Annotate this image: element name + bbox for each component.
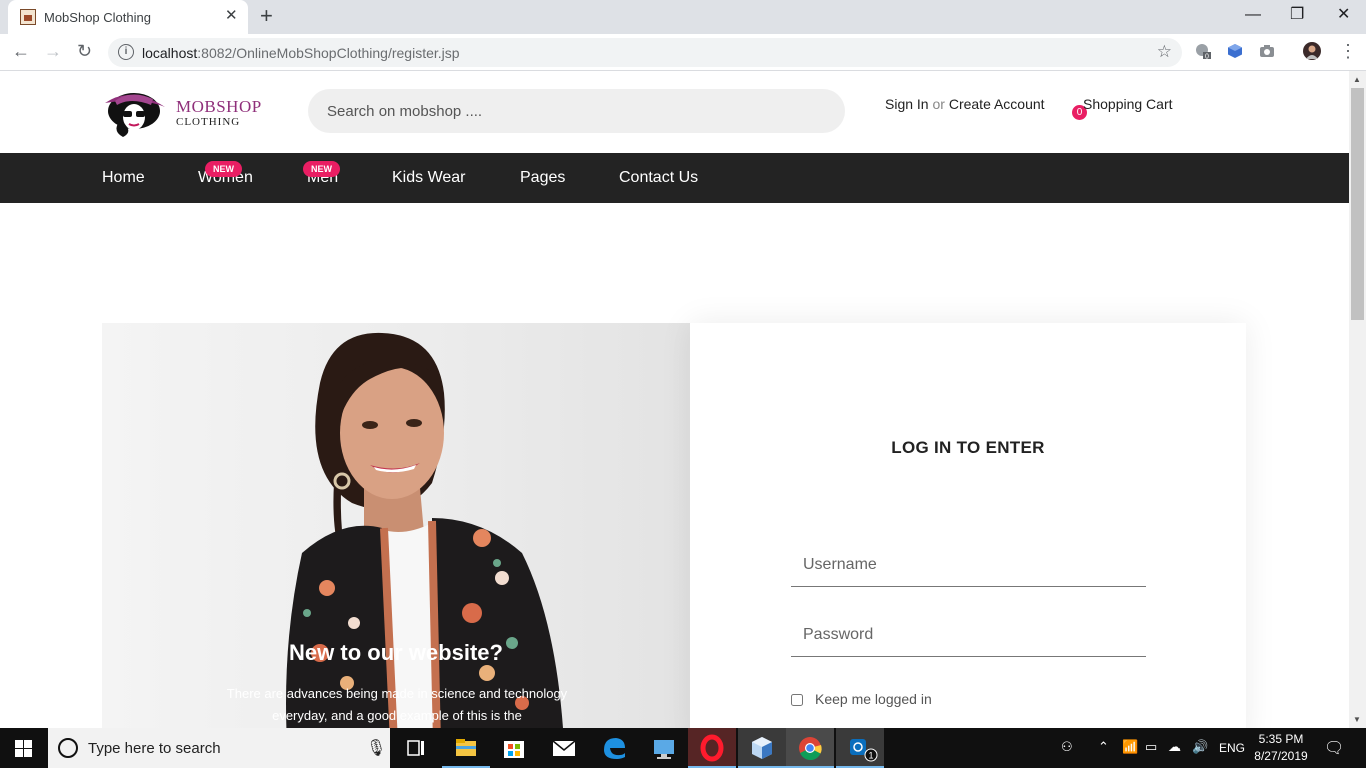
forward-icon[interactable]: → [44,40,62,62]
username-input[interactable] [791,543,1146,587]
login-card: LOG IN TO ENTER Keep me logged in [690,323,1246,728]
volume-icon[interactable]: 🔊 [1192,739,1208,755]
show-hidden-icons-icon[interactable]: ⌃ [1098,739,1109,755]
restore-icon[interactable]: ❐ [1290,5,1304,25]
opera-icon [688,728,736,768]
nav-kids-wear[interactable]: Kids Wear [392,169,466,187]
sign-in-link[interactable]: Sign In [885,96,929,112]
new-tab-icon[interactable]: + [260,4,273,28]
remember-me-checkbox[interactable] [791,694,803,707]
close-tab-icon[interactable]: ✕ [225,8,238,24]
svg-text:1: 1 [869,751,874,761]
scroll-up-icon[interactable]: ▲ [1353,75,1361,84]
extension-icon[interactable]: 0 [1195,43,1211,59]
browser-menu-icon[interactable]: ⋮ [1339,40,1357,62]
web-page: MOBSHOP CLOTHING Sign In or Create Accou… [0,71,1349,728]
remember-me[interactable]: Keep me logged in [791,691,932,707]
nav-women[interactable]: NEW Women [198,161,253,187]
page-scrollbar[interactable]: ▲ ▼ [1349,71,1366,728]
camera-app[interactable]: 1 [836,728,884,768]
clock-time: 5:35 PM [1258,732,1304,746]
bookmark-star-icon[interactable]: ☆ [1157,42,1172,62]
password-input[interactable] [791,613,1146,657]
windows-taskbar: Type here to search 🎙 1 ⚇ ⌃ 📶 ▭ ☁ 🔊 ENG … [0,728,1366,768]
main-navbar: Home NEW Women NEW Men Kids Wear Pages C… [0,153,1349,203]
minimize-icon[interactable]: — [1245,5,1261,25]
onedrive-icon[interactable]: ☁ [1168,739,1181,755]
profile-avatar[interactable] [1303,42,1321,60]
language-indicator[interactable]: ENG [1219,741,1245,755]
wifi-icon[interactable]: 📶 [1122,739,1138,755]
svg-text:0: 0 [1205,54,1209,60]
clock-date: 8/27/2019 [1254,749,1308,763]
remember-me-label: Keep me logged in [815,691,932,707]
new-badge: NEW [303,161,340,177]
shopping-cart-link[interactable]: Shopping Cart [1083,96,1173,112]
cortana-icon [58,738,78,758]
browser-toolbar: ← → ↻ i localhost:8082/OnlineMobShopClot… [0,34,1366,71]
browser-tab[interactable]: MobShop Clothing ✕ [8,0,248,34]
camera-icon[interactable] [1259,43,1275,59]
store-icon[interactable] [490,728,538,768]
back-icon[interactable]: ← [12,40,30,62]
site-favicon-icon [20,9,36,25]
login-title: LOG IN TO ENTER [891,438,1045,457]
people-icon[interactable]: ⚇ [1061,739,1073,755]
camera-app-icon: 1 [850,739,878,762]
hero-title: New to our website? [289,640,503,665]
address-bar[interactable]: i localhost:8082/OnlineMobShopClothing/r… [108,38,1182,67]
remote-desktop-icon[interactable] [640,728,688,768]
mail-icon[interactable] [540,728,588,768]
task-view-icon[interactable] [392,728,440,768]
chrome-icon [799,737,822,761]
taskbar-search-placeholder: Type here to search [88,740,221,757]
logo-subtitle: CLOTHING [176,116,241,128]
scroll-thumb[interactable] [1351,88,1364,320]
or-text: or [932,96,945,112]
windows-start-icon[interactable] [15,740,32,757]
url-text: localhost:8082/OnlineMobShopClothing/reg… [142,45,460,61]
file-explorer-icon[interactable] [442,728,490,768]
scroll-down-icon[interactable]: ▼ [1353,715,1361,724]
site-search-input[interactable] [308,89,845,133]
virtualbox-icon [752,737,772,759]
edge-browser-icon[interactable] [590,728,638,768]
nav-pages[interactable]: Pages [520,169,565,187]
taskbar-search-box[interactable]: Type here to search 🎙 [48,728,390,768]
site-logo[interactable]: MOBSHOP CLOTHING [101,89,271,139]
create-account-link[interactable]: Create Account [949,96,1045,112]
virtualbox-app[interactable] [738,728,786,768]
tab-title: MobShop Clothing [44,10,151,25]
hero-panel: New to our website? There are advances b… [102,323,690,728]
battery-icon[interactable]: ▭ [1145,739,1157,755]
taskbar-clock[interactable]: 5:35 PM 8/27/2019 [1247,731,1315,765]
opera-app[interactable] [688,728,736,768]
microphone-icon[interactable]: 🎙 [366,738,386,758]
cube-extension-icon[interactable] [1227,43,1243,59]
nav-contact-us[interactable]: Contact Us [619,169,698,187]
action-center-icon[interactable]: 🗨 [1324,738,1344,758]
reload-icon[interactable]: ↻ [77,40,92,62]
nav-men[interactable]: NEW Men [303,161,340,187]
close-window-icon[interactable]: ✕ [1337,5,1350,25]
site-info-icon[interactable]: i [118,44,134,60]
model-photo [286,332,563,728]
chrome-app[interactable] [786,728,834,768]
account-links: Sign In or Create Account [885,96,1045,112]
logo-wordmark: MOBSHOP [176,97,262,116]
browser-tabstrip: MobShop Clothing ✕ + — ❐ ✕ [0,0,1366,34]
hero-text: There are advances being made in science… [226,686,568,723]
logo-hat-woman-icon [105,93,165,137]
new-badge: NEW [205,161,242,177]
nav-home[interactable]: Home [102,169,145,187]
